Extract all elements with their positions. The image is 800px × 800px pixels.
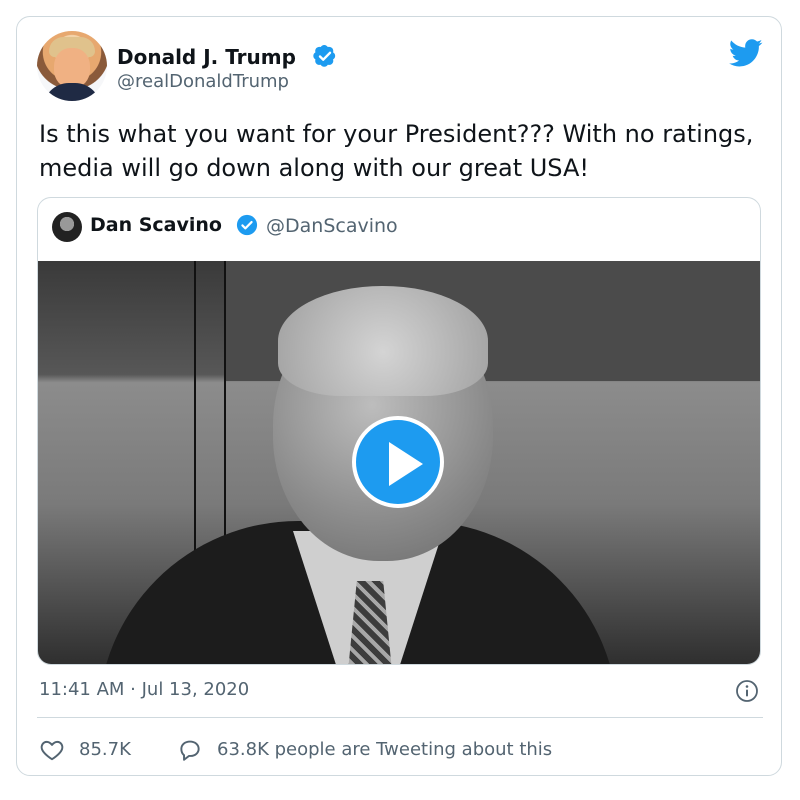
tweet-card[interactable]: Donald J. Trump @realDonaldTrump Is this… <box>16 16 782 776</box>
verified-badge-icon <box>313 44 336 67</box>
author-avatar[interactable] <box>37 31 107 101</box>
avatar-shirt <box>43 83 101 101</box>
twitter-bird-icon[interactable] <box>729 36 763 70</box>
avatar-face <box>54 48 90 88</box>
verified-badge-icon <box>236 214 258 236</box>
like-count[interactable]: 85.7K <box>79 739 131 760</box>
divider <box>37 717 763 718</box>
reply-icon[interactable] <box>177 737 203 763</box>
info-icon[interactable] <box>735 679 759 703</box>
quoted-author-avatar[interactable] <box>52 212 82 242</box>
tweet-text: Is this what you want for your President… <box>39 120 754 182</box>
quoted-author-name[interactable]: Dan Scavino <box>90 214 222 236</box>
quoted-author-handle[interactable]: @DanScavino <box>266 215 398 237</box>
quoted-tweet[interactable]: Dan Scavino @DanScavino <box>37 197 761 665</box>
conversation-link[interactable]: 63.8K people are Tweeting about this <box>217 739 552 760</box>
heart-icon[interactable] <box>39 737 65 763</box>
author-name[interactable]: Donald J. Trump <box>117 45 296 69</box>
play-icon <box>389 442 423 486</box>
play-button[interactable] <box>352 416 444 508</box>
tweet-timestamp[interactable]: 11:41 AM · Jul 13, 2020 <box>39 679 249 700</box>
author-handle[interactable]: @realDonaldTrump <box>117 71 289 92</box>
video-person-hair <box>278 286 488 396</box>
video-player[interactable] <box>38 261 760 664</box>
